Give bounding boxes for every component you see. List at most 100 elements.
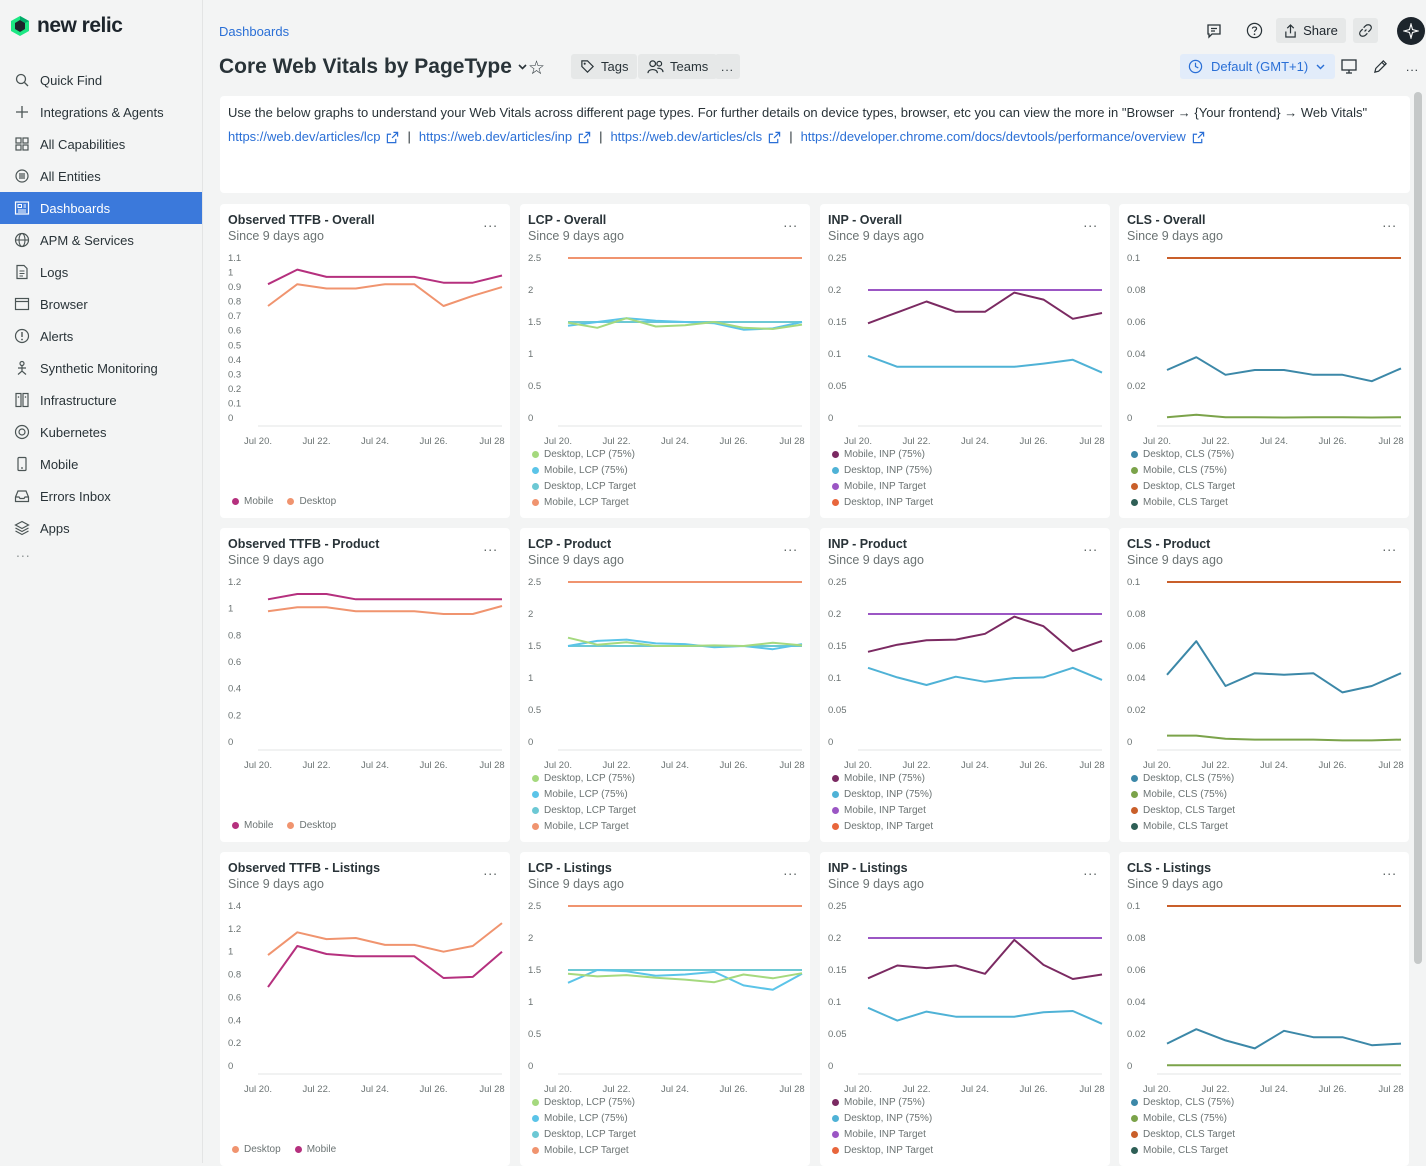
legend-item[interactable]: Desktop, CLS (75%)	[1131, 770, 1235, 786]
teams-button[interactable]: Teams	[638, 54, 718, 79]
series-line[interactable]	[267, 283, 503, 307]
legend-item[interactable]: Desktop, CLS Target	[1131, 478, 1235, 494]
chart-widget-lcp-listings[interactable]: LCP - Listings Since 9 days ago... 2.5 2 1.5…	[520, 852, 810, 1166]
chart-widget-observed-ttfb-listings[interactable]: Observed TTFB - Listings Since 9 days ago…	[220, 852, 510, 1166]
widget-menu-icon[interactable]: ...	[483, 862, 498, 878]
tv-mode-button[interactable]	[1336, 54, 1361, 79]
legend-item[interactable]: Desktop, INP (75%)	[832, 786, 933, 802]
doc-link[interactable]: https://web.dev/articles/cls	[610, 129, 762, 145]
legend-item[interactable]: Desktop, INP Target	[832, 494, 933, 510]
series-line[interactable]	[267, 922, 503, 956]
ai-assistant-button[interactable]	[1397, 17, 1425, 45]
chart-widget-cls-product[interactable]: CLS - Product Since 9 days ago... 0.1 0.08 0…	[1119, 528, 1409, 842]
legend-item[interactable]: Desktop, INP Target	[832, 818, 933, 834]
chart-widget-cls-listings[interactable]: CLS - Listings Since 9 days ago... 0.1 0.08…	[1119, 852, 1409, 1166]
sidebar-item-logs[interactable]: Logs	[0, 256, 202, 288]
series-line[interactable]	[267, 593, 502, 601]
legend-item[interactable]: Mobile, LCP Target	[532, 818, 636, 834]
legend-item[interactable]: Desktop	[287, 817, 336, 833]
legend-item[interactable]: Mobile, LCP (75%)	[532, 786, 636, 802]
widget-menu-icon[interactable]: ...	[1083, 862, 1098, 878]
doc-link[interactable]: https://web.dev/articles/lcp	[228, 129, 380, 145]
new-relic-logo[interactable]: new relic	[10, 14, 123, 38]
widget-menu-icon[interactable]: ...	[783, 214, 798, 230]
legend-item[interactable]: Mobile, LCP (75%)	[532, 1110, 636, 1126]
sidebar-item-errors-inbox[interactable]: Errors Inbox	[0, 480, 202, 512]
series-line[interactable]	[867, 666, 1103, 686]
widget-menu-icon[interactable]: ...	[1382, 214, 1397, 230]
chart-widget-lcp-product[interactable]: LCP - Product Since 9 days ago... 2.5 2 1.5 1…	[520, 528, 810, 842]
legend-item[interactable]: Mobile, INP (75%)	[832, 1094, 933, 1110]
sidebar-item-apps[interactable]: Apps	[0, 512, 202, 544]
scrollbar[interactable]	[1414, 92, 1422, 964]
legend-item[interactable]: Mobile, CLS (75%)	[1131, 1110, 1235, 1126]
doc-link[interactable]: https://developer.chrome.com/docs/devtoo…	[801, 129, 1186, 145]
legend-item[interactable]: Mobile, INP Target	[832, 1126, 933, 1142]
sidebar-item-dashboards[interactable]: Dashboards	[0, 192, 202, 224]
legend-item[interactable]: Desktop, INP Target	[832, 1142, 933, 1158]
legend-item[interactable]: Desktop, LCP Target	[532, 802, 636, 818]
dashboard-more-button[interactable]: ...	[1400, 54, 1425, 79]
series-line[interactable]	[867, 1006, 1103, 1025]
sidebar-item-infrastructure[interactable]: Infrastructure	[0, 384, 202, 416]
series-line[interactable]	[1167, 734, 1402, 742]
legend-item[interactable]: Desktop, LCP (75%)	[532, 1094, 636, 1110]
series-line[interactable]	[1166, 640, 1402, 694]
legend-item[interactable]: Desktop	[232, 1141, 281, 1157]
widget-menu-icon[interactable]: ...	[1382, 862, 1397, 878]
sidebar-item-integrations-agents[interactable]: Integrations & Agents	[0, 96, 202, 128]
legend-item[interactable]: Mobile	[232, 817, 273, 833]
more-actions-button[interactable]: ...	[715, 54, 740, 79]
widget-menu-icon[interactable]: ...	[1083, 214, 1098, 230]
legend-item[interactable]: Mobile, INP Target	[832, 802, 933, 818]
legend-item[interactable]: Desktop, INP (75%)	[832, 1110, 933, 1126]
series-line[interactable]	[867, 615, 1103, 653]
sidebar-item-all-capabilities[interactable]: All Capabilities	[0, 128, 202, 160]
dashboard-title[interactable]: Core Web Vitals by PageType	[219, 55, 527, 79]
legend-item[interactable]: Mobile, LCP Target	[532, 494, 636, 510]
legend-item[interactable]: Desktop, LCP Target	[532, 1126, 636, 1142]
chart-widget-observed-ttfb-overall[interactable]: Observed TTFB - Overall Since 9 days ago.…	[220, 204, 510, 518]
chart-widget-inp-listings[interactable]: INP - Listings Since 9 days ago... 0.25 0.2…	[820, 852, 1110, 1166]
widget-menu-icon[interactable]: ...	[483, 214, 498, 230]
legend-item[interactable]: Mobile, INP (75%)	[832, 446, 933, 462]
legend-item[interactable]: Desktop, CLS Target	[1131, 802, 1235, 818]
legend-item[interactable]: Mobile, CLS Target	[1131, 494, 1235, 510]
sidebar-item-synthetic-monitoring[interactable]: Synthetic Monitoring	[0, 352, 202, 384]
legend-item[interactable]: Mobile, LCP Target	[532, 1142, 636, 1158]
series-line[interactable]	[867, 938, 1103, 980]
widget-menu-icon[interactable]: ...	[783, 862, 798, 878]
widget-menu-icon[interactable]: ...	[1382, 538, 1397, 554]
legend-item[interactable]: Mobile	[294, 1141, 336, 1157]
sidebar-item-apm-services[interactable]: APM & Services	[0, 224, 202, 256]
help-button[interactable]	[1242, 18, 1267, 43]
external-link-icon[interactable]	[768, 131, 781, 144]
share-button[interactable]: Share	[1276, 18, 1346, 43]
sidebar-more[interactable]: ...	[0, 544, 202, 564]
legend-item[interactable]: Desktop, LCP Target	[532, 478, 636, 494]
sidebar-item-quick-find[interactable]: Quick Find	[0, 64, 202, 96]
widget-menu-icon[interactable]: ...	[783, 538, 798, 554]
external-link-icon[interactable]	[386, 131, 399, 144]
legend-item[interactable]: Mobile, CLS (75%)	[1131, 462, 1235, 478]
tags-button[interactable]: Tags	[571, 54, 638, 79]
legend-item[interactable]: Mobile, INP Target	[832, 478, 933, 494]
sidebar-item-all-entities[interactable]: All Entities	[0, 160, 202, 192]
legend-item[interactable]: Desktop, CLS (75%)	[1131, 1094, 1235, 1110]
sidebar-item-kubernetes[interactable]: Kubernetes	[0, 416, 202, 448]
legend-item[interactable]: Desktop, CLS Target	[1131, 1126, 1235, 1142]
chart-widget-inp-overall[interactable]: INP - Overall Since 9 days ago... 0.25 0.2 0…	[820, 204, 1110, 518]
legend-item[interactable]: Mobile, CLS Target	[1131, 1142, 1235, 1158]
legend-item[interactable]: Mobile, CLS Target	[1131, 818, 1235, 834]
sidebar-item-browser[interactable]: Browser	[0, 288, 202, 320]
series-line[interactable]	[867, 291, 1103, 325]
sidebar-item-mobile[interactable]: Mobile	[0, 448, 202, 480]
edit-button[interactable]	[1368, 54, 1393, 79]
series-line[interactable]	[567, 317, 803, 330]
chart-widget-inp-product[interactable]: INP - Product Since 9 days ago... 0.25 0.2 0…	[820, 528, 1110, 842]
legend-item[interactable]: Desktop	[287, 493, 336, 509]
sidebar-item-alerts[interactable]: Alerts	[0, 320, 202, 352]
external-link-icon[interactable]	[1192, 131, 1205, 144]
legend-item[interactable]: Desktop, INP (75%)	[832, 462, 933, 478]
series-line[interactable]	[267, 945, 503, 988]
